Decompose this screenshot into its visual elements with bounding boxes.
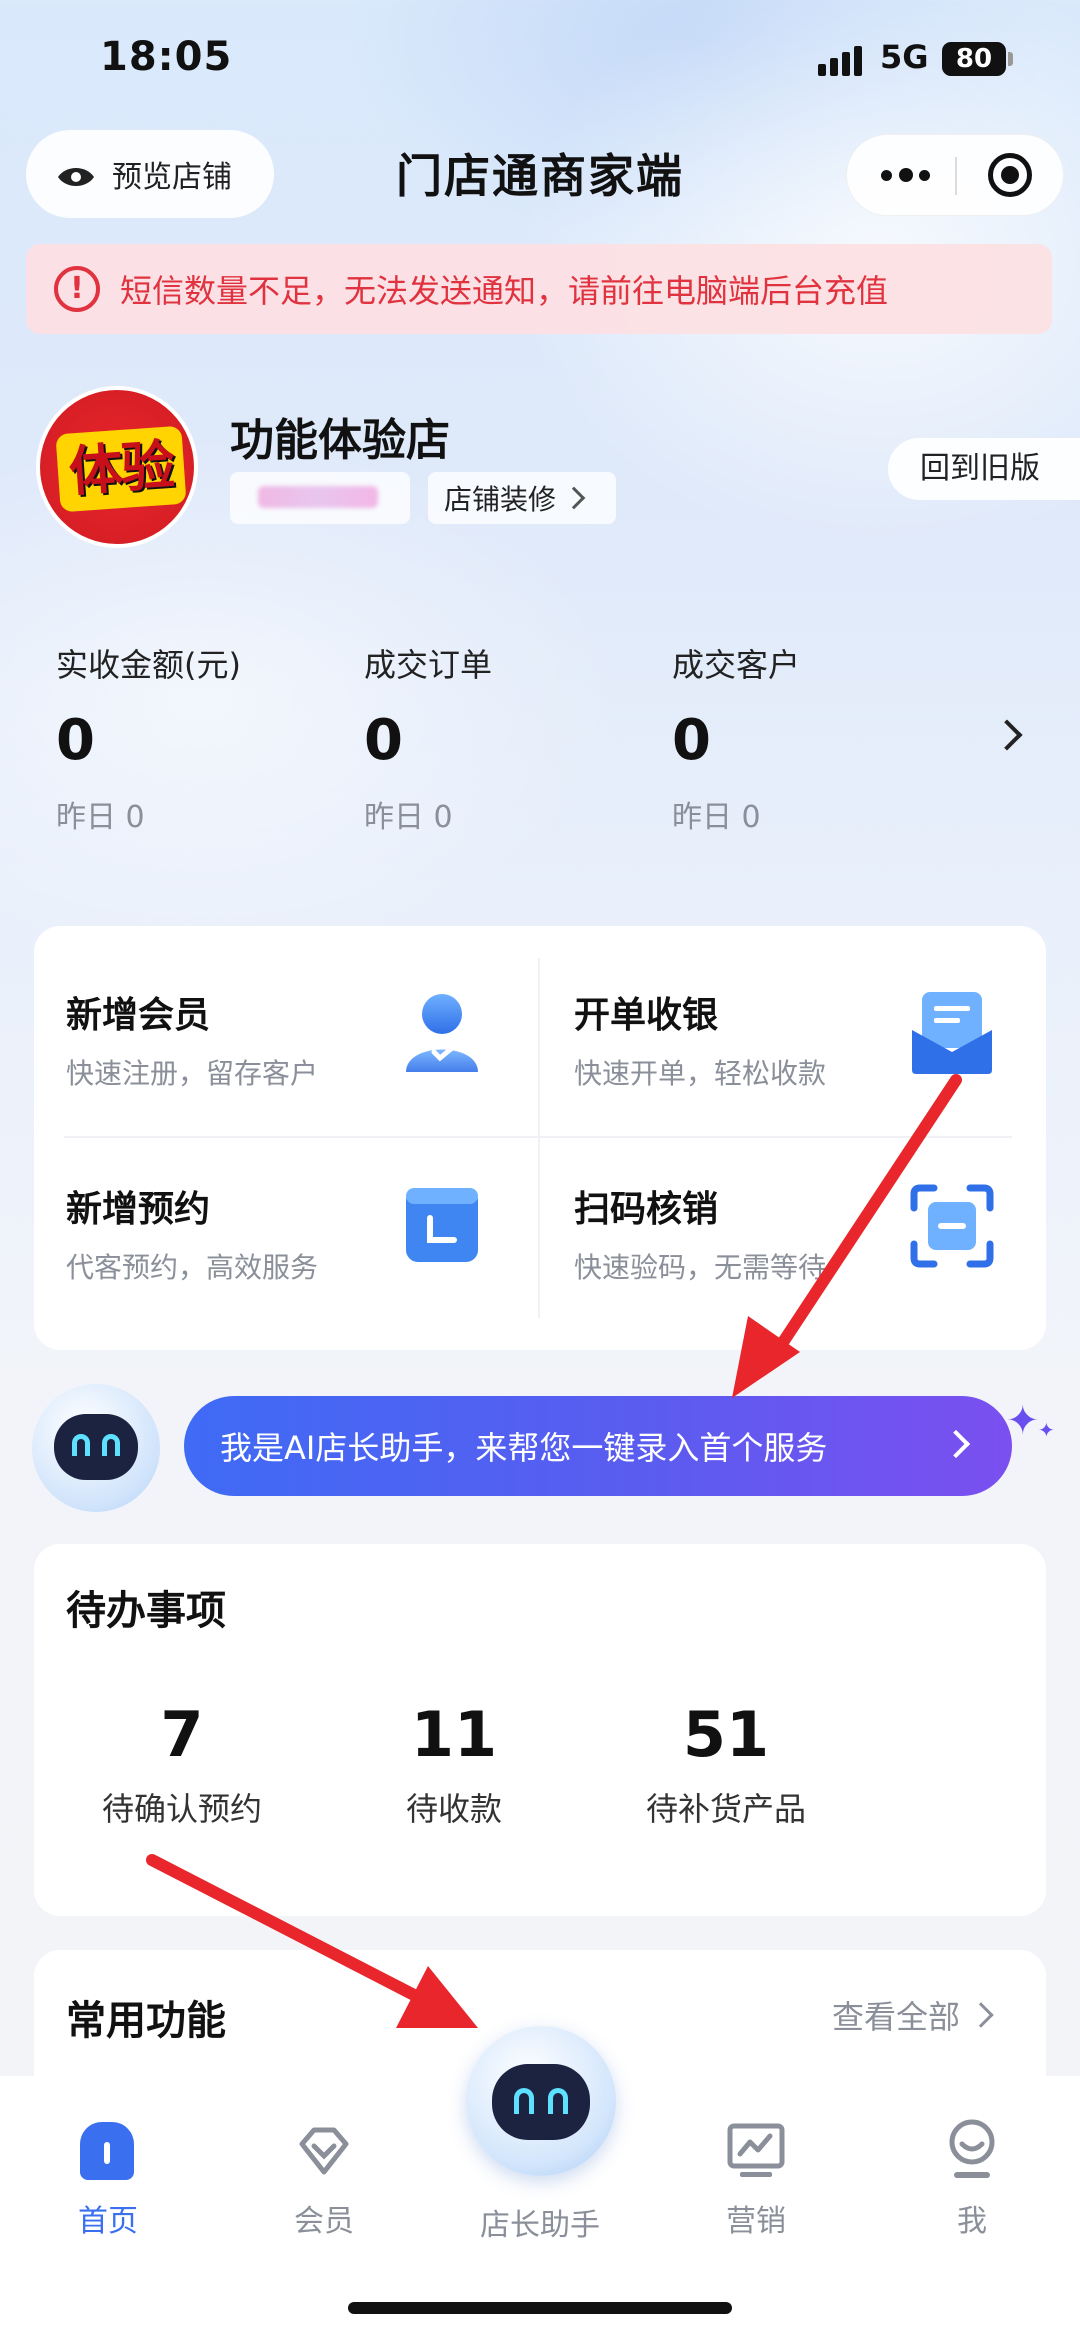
divider [64, 1136, 1012, 1138]
calendar-icon [396, 1180, 488, 1272]
quick-action-cashier[interactable]: 开单收银 快速开单，轻松收款 [574, 986, 1014, 1116]
stat-value: 0 [364, 708, 403, 773]
sms-alert-banner[interactable]: ! 短信数量不足，无法发送通知，请前往电脑端后台充值 [26, 244, 1052, 334]
signal-icon [818, 44, 868, 76]
todo-value: 51 [682, 1698, 770, 1771]
ai-assistant-avatar[interactable] [32, 1384, 160, 1512]
robot-eye [102, 1434, 120, 1456]
cashier-icon [906, 986, 998, 1078]
tab-label: 营销 [726, 2204, 786, 2239]
home-icon [80, 2122, 134, 2180]
chevron-right-icon [968, 2002, 994, 2028]
marketing-icon [726, 2120, 786, 2180]
member-icon [396, 986, 488, 1078]
sparkle-icon: ✦ [1038, 1418, 1055, 1442]
robot-face [54, 1414, 138, 1480]
back-to-old-version-button[interactable]: 回到旧版 [888, 438, 1080, 500]
store-name: 功能体验店 [230, 415, 450, 466]
store-logo: 体验 [36, 386, 198, 548]
tab-label: 我 [957, 2204, 987, 2239]
tab-label: 店长助手 [480, 2208, 600, 2243]
quick-action-add-appointment[interactable]: 新增预约 代客预约，高效服务 [66, 1180, 536, 1310]
tab-label: 会员 [294, 2204, 354, 2239]
alert-text: 短信数量不足，无法发送通知，请前往电脑端后台充值 [120, 272, 889, 310]
tab-label: 首页 [78, 2204, 138, 2239]
todo-value: 7 [160, 1698, 204, 1771]
store-id-blurred [230, 472, 410, 524]
store-decorate-label: 店铺装修 [444, 483, 557, 516]
stat-value: 0 [56, 708, 95, 773]
view-all-link[interactable]: 查看全部 [832, 1992, 994, 2038]
page-title: 门店通商家端 [396, 149, 684, 203]
member-tab-icon [294, 2122, 354, 2182]
store-decorate-button[interactable]: 店铺装修 [428, 472, 616, 524]
stat-yesterday: 昨日 0 [672, 800, 761, 835]
profile-icon [942, 2118, 1002, 2182]
store-logo-text: 体验 [55, 425, 187, 513]
quick-action-add-member[interactable]: 新增会员 快速注册，留存客户 [66, 986, 536, 1116]
close-target-icon[interactable] [988, 153, 1032, 197]
preview-store-label: 预览店铺 [112, 160, 232, 195]
todo-title: 待办事项 [66, 1588, 226, 1634]
ai-banner-text: 我是AI店长助手，来帮您一键录入首个服务 [220, 1429, 828, 1467]
todo-label: 待确认预约 [101, 1790, 262, 1828]
preview-store-button[interactable]: 预览店铺 [26, 130, 274, 218]
sparkle-icon: ✦ [1006, 1398, 1040, 1444]
robot-eye [548, 2088, 568, 2114]
chevron-right-icon [562, 486, 586, 510]
capsule-divider [955, 157, 957, 195]
scan-icon [906, 1180, 998, 1272]
robot-face [492, 2064, 590, 2140]
stat-yesterday: 昨日 0 [364, 800, 453, 835]
robot-eye [72, 1434, 90, 1456]
chevron-right-icon [941, 1429, 971, 1459]
mini-program-capsule [846, 134, 1064, 216]
robot-icon[interactable] [466, 2026, 616, 2176]
todo-label: 待收款 [405, 1790, 502, 1828]
divider [538, 958, 540, 1318]
stat-label: 实收金额(元) [56, 646, 241, 684]
stat-label: 成交订单 [364, 646, 493, 684]
more-icon[interactable] [877, 163, 937, 187]
eye-icon [56, 162, 96, 186]
battery-icon: 80 [942, 42, 1006, 76]
todo-value: 11 [410, 1698, 498, 1771]
robot-eye [514, 2088, 534, 2114]
stat-yesterday: 昨日 0 [56, 800, 145, 835]
stat-label: 成交客户 [672, 646, 801, 684]
network-type: 5G [880, 38, 929, 76]
ai-assistant-banner[interactable]: 我是AI店长助手，来帮您一键录入首个服务 [184, 1396, 1012, 1496]
view-all-label: 查看全部 [832, 1998, 961, 2036]
warning-icon: ! [54, 266, 100, 312]
common-functions-title: 常用功能 [66, 1998, 226, 2044]
home-indicator [348, 2302, 732, 2314]
stat-value: 0 [672, 708, 711, 773]
quick-action-scan-verify[interactable]: 扫码核销 快速验码，无需等待 [574, 1180, 1014, 1310]
stats-chevron-right-icon[interactable] [991, 719, 1023, 751]
status-time: 18:05 [100, 34, 233, 80]
todo-label: 待补货产品 [645, 1790, 806, 1828]
battery-tip [1008, 52, 1013, 66]
